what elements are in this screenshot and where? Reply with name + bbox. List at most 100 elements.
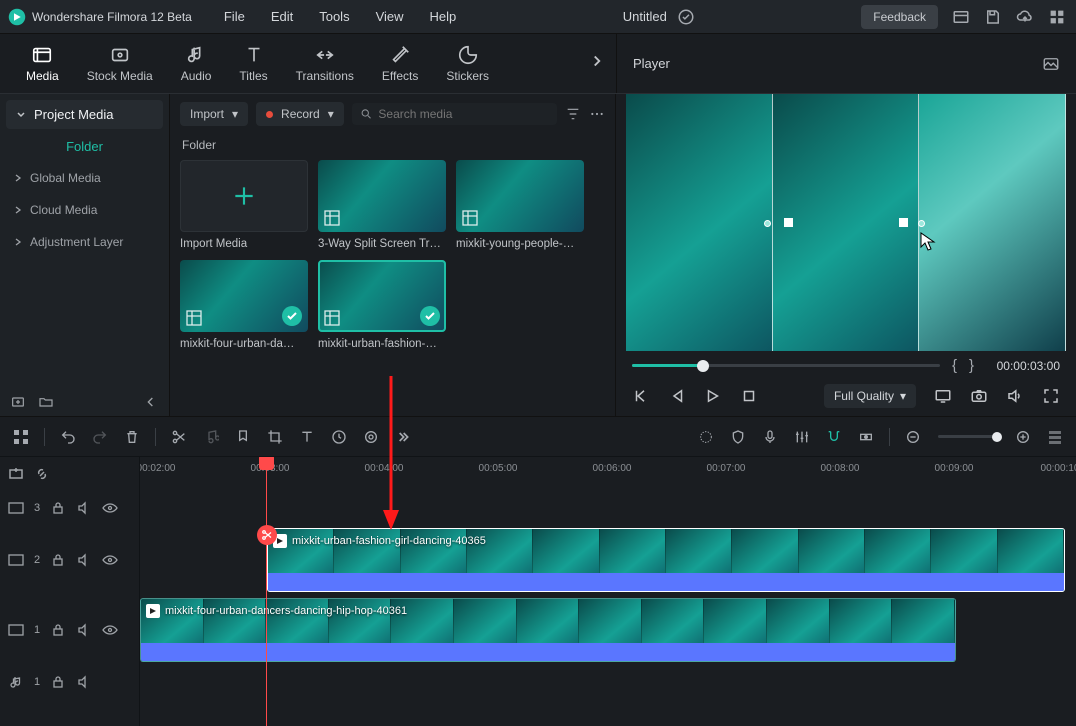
play-icon[interactable] bbox=[704, 387, 722, 405]
seek-bar[interactable] bbox=[632, 364, 940, 367]
sidebar-item-adjustment-layer[interactable]: Adjustment Layer bbox=[0, 226, 169, 258]
thumb-card[interactable]: mixkit-four-urban-da… bbox=[180, 260, 308, 350]
media-thumb-selected[interactable] bbox=[318, 260, 446, 332]
undo-icon[interactable] bbox=[55, 424, 81, 450]
track-size-icon[interactable] bbox=[1042, 424, 1068, 450]
record-dropdown[interactable]: Record ▾ bbox=[256, 102, 344, 126]
collapse-sidebar-icon[interactable] bbox=[143, 394, 159, 410]
magnetic-icon[interactable] bbox=[821, 424, 847, 450]
tab-titles[interactable]: Titles bbox=[239, 44, 267, 83]
thumb-card-import[interactable]: Import Media bbox=[180, 160, 308, 250]
cloud-upload-icon[interactable] bbox=[1016, 8, 1034, 26]
import-dropdown[interactable]: Import ▾ bbox=[180, 102, 248, 126]
menu-file[interactable]: File bbox=[224, 9, 245, 24]
zoom-in-icon[interactable] bbox=[1010, 424, 1036, 450]
crop-icon[interactable] bbox=[262, 424, 288, 450]
tab-transitions[interactable]: Transitions bbox=[296, 44, 354, 83]
split-region-3[interactable] bbox=[919, 94, 1066, 351]
mark-in-button[interactable]: { bbox=[952, 357, 957, 374]
feedback-button[interactable]: Feedback bbox=[861, 5, 938, 29]
more-icon[interactable] bbox=[589, 106, 605, 122]
folder-icon[interactable] bbox=[38, 394, 54, 410]
zoom-out-icon[interactable] bbox=[900, 424, 926, 450]
media-thumb[interactable] bbox=[456, 160, 584, 232]
quality-dropdown[interactable]: Full Quality ▾ bbox=[824, 384, 916, 408]
eye-icon[interactable] bbox=[102, 622, 118, 638]
render-icon[interactable] bbox=[693, 424, 719, 450]
filter-icon[interactable] bbox=[565, 106, 581, 122]
split-region-1[interactable] bbox=[626, 94, 773, 351]
sidebar-folder-active[interactable]: Folder bbox=[0, 129, 169, 162]
search-input[interactable] bbox=[378, 107, 549, 121]
keyframe-icon[interactable] bbox=[853, 424, 879, 450]
import-media-thumb[interactable] bbox=[180, 160, 308, 232]
resize-handle-icon[interactable] bbox=[784, 218, 793, 227]
player-canvas[interactable] bbox=[626, 94, 1066, 351]
mixer-icon[interactable] bbox=[789, 424, 815, 450]
tab-stock-media[interactable]: Stock Media bbox=[87, 44, 153, 83]
sidebar-head-project-media[interactable]: Project Media bbox=[6, 100, 163, 129]
more-tools-icon[interactable] bbox=[390, 424, 416, 450]
tabs-more-icon[interactable] bbox=[588, 52, 606, 70]
thumb-card[interactable]: mixkit-urban-fashion-… bbox=[318, 260, 446, 350]
mute-icon[interactable] bbox=[76, 500, 92, 516]
snapshot-icon[interactable] bbox=[1042, 55, 1060, 73]
apps-grid-icon[interactable] bbox=[1048, 8, 1066, 26]
eye-icon[interactable] bbox=[102, 500, 118, 516]
speed-icon[interactable] bbox=[326, 424, 352, 450]
text-icon[interactable] bbox=[294, 424, 320, 450]
fullscreen-icon[interactable] bbox=[1042, 387, 1060, 405]
mute-icon[interactable] bbox=[76, 674, 92, 690]
voiceover-icon[interactable] bbox=[757, 424, 783, 450]
mark-out-button[interactable]: } bbox=[969, 357, 974, 374]
playhead-flag[interactable] bbox=[259, 457, 274, 470]
tab-media[interactable]: Media bbox=[26, 44, 59, 83]
save-icon[interactable] bbox=[984, 8, 1002, 26]
clip[interactable]: mixkit-four-urban-dancers-dancing-hip-ho… bbox=[140, 598, 956, 662]
track-v1[interactable]: mixkit-four-urban-dancers-dancing-hip-ho… bbox=[140, 595, 1076, 665]
tracks-area[interactable]: 00:02:00 00:03:00 00:04:00 00:05:00 00:0… bbox=[140, 457, 1076, 726]
mute-icon[interactable] bbox=[76, 622, 92, 638]
tab-effects[interactable]: Effects bbox=[382, 44, 418, 83]
prev-frame-icon[interactable] bbox=[632, 387, 650, 405]
timeline-options-icon[interactable] bbox=[8, 424, 34, 450]
menu-edit[interactable]: Edit bbox=[271, 9, 293, 24]
thumb-card[interactable]: 3-Way Split Screen Tra… bbox=[318, 160, 446, 250]
display-icon[interactable] bbox=[934, 387, 952, 405]
track-a1[interactable] bbox=[140, 665, 1076, 699]
eye-icon[interactable] bbox=[102, 552, 118, 568]
clip-selected[interactable]: mixkit-urban-fashion-girl-dancing-40365 bbox=[267, 528, 1065, 592]
lock-icon[interactable] bbox=[50, 552, 66, 568]
split-region-2[interactable] bbox=[773, 94, 920, 351]
menu-view[interactable]: View bbox=[376, 9, 404, 24]
color-icon[interactable] bbox=[358, 424, 384, 450]
sidebar-item-global-media[interactable]: Global Media bbox=[0, 162, 169, 194]
lock-icon[interactable] bbox=[50, 622, 66, 638]
menu-tools[interactable]: Tools bbox=[319, 9, 349, 24]
track-head-v2[interactable]: 2 bbox=[0, 525, 139, 595]
track-v3[interactable] bbox=[140, 491, 1076, 525]
mute-icon[interactable] bbox=[76, 552, 92, 568]
volume-icon[interactable] bbox=[1006, 387, 1024, 405]
camera-icon[interactable] bbox=[970, 387, 988, 405]
resize-handle-icon[interactable] bbox=[764, 220, 771, 227]
search-field-wrap[interactable] bbox=[352, 103, 557, 125]
track-head-v3[interactable]: 3 bbox=[0, 491, 139, 525]
lock-icon[interactable] bbox=[50, 674, 66, 690]
delete-icon[interactable] bbox=[119, 424, 145, 450]
zoom-slider[interactable] bbox=[938, 435, 998, 438]
track-head-a1[interactable]: 1 bbox=[0, 665, 139, 699]
sidebar-item-cloud-media[interactable]: Cloud Media bbox=[0, 194, 169, 226]
track-head-v1[interactable]: 1 bbox=[0, 595, 139, 665]
menu-help[interactable]: Help bbox=[430, 9, 457, 24]
thumb-card[interactable]: mixkit-young-people-… bbox=[456, 160, 584, 250]
media-thumb[interactable] bbox=[318, 160, 446, 232]
stop-icon[interactable] bbox=[740, 387, 758, 405]
playhead-line[interactable] bbox=[266, 457, 267, 726]
resize-handle-icon[interactable] bbox=[918, 220, 925, 227]
media-thumb[interactable] bbox=[180, 260, 308, 332]
split-icon[interactable] bbox=[166, 424, 192, 450]
add-track-icon[interactable] bbox=[8, 466, 24, 482]
zoom-knob[interactable] bbox=[992, 432, 1002, 442]
marker-icon[interactable] bbox=[230, 424, 256, 450]
